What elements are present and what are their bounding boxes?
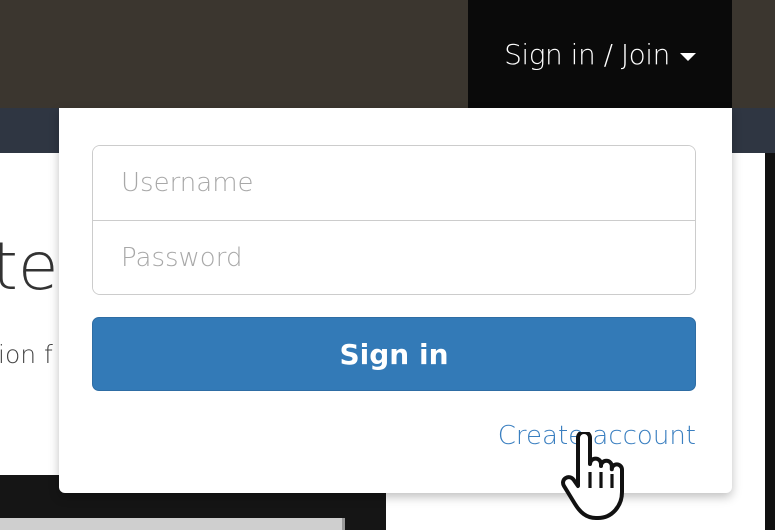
page-title: te: [0, 228, 59, 305]
sign-in-join-label: Sign in / Join: [504, 37, 670, 71]
preview-image: [0, 518, 345, 530]
login-fields: [92, 145, 696, 295]
sign-in-button[interactable]: Sign in: [92, 317, 696, 391]
login-dropdown: Sign in Create account: [59, 108, 732, 493]
hand-pointer-cursor-icon: [561, 432, 624, 520]
caret-down-icon: [679, 53, 696, 61]
sign-in-join-dropdown-toggle[interactable]: Sign in / Join: [468, 0, 732, 108]
username-input[interactable]: [93, 146, 695, 220]
page-subtitle: ion f: [0, 340, 53, 369]
password-input[interactable]: [93, 220, 695, 294]
